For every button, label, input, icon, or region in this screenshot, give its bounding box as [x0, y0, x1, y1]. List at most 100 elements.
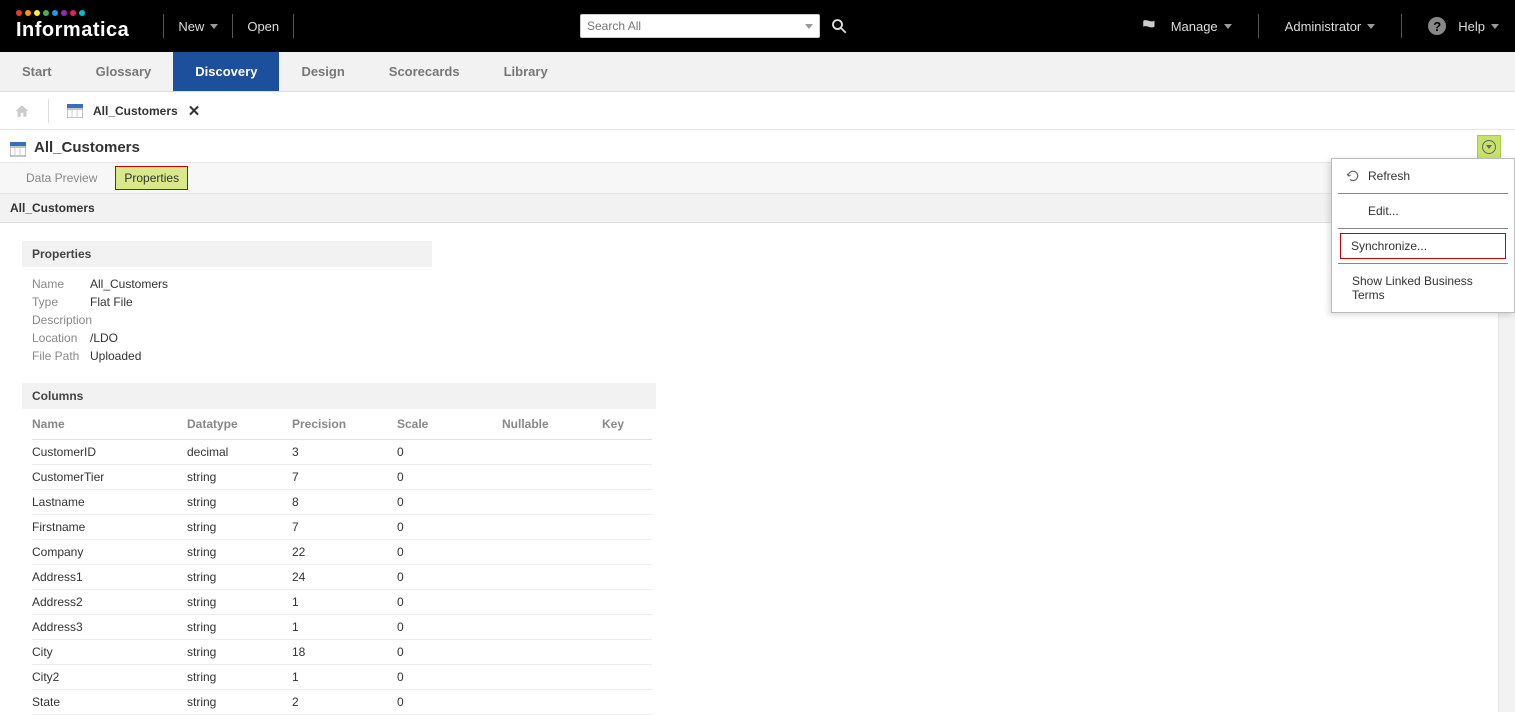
cell: 7 — [292, 515, 397, 540]
synchronize-menu-item[interactable]: Synchronize... — [1340, 233, 1506, 259]
page-title: All_Customers — [34, 139, 140, 156]
flag-icon[interactable] — [1141, 18, 1159, 34]
open-label: Open — [247, 19, 279, 34]
divider — [293, 14, 294, 38]
table-row[interactable]: CustomerIDdecimal30 — [32, 440, 652, 465]
nav-tab-start[interactable]: Start — [0, 52, 74, 91]
show-linked-menu-item[interactable]: Show Linked Business Terms — [1332, 264, 1514, 312]
logo: Informatica — [16, 10, 129, 42]
nav-tab-design[interactable]: Design — [279, 52, 366, 91]
search-input[interactable] — [587, 19, 805, 33]
help-icon[interactable]: ? — [1428, 17, 1446, 35]
help-label: Help — [1458, 19, 1485, 34]
top-bar: Informatica New Open Manage Administrato… — [0, 0, 1515, 52]
search-scope-caret-icon[interactable] — [805, 24, 813, 29]
breadcrumb-title[interactable]: All_Customers — [93, 104, 178, 118]
table-row[interactable]: Citystring180 — [32, 640, 652, 665]
divider — [1338, 228, 1508, 229]
search-box[interactable] — [580, 14, 820, 38]
content: Properties NameAll_CustomersTypeFlat Fil… — [0, 223, 1515, 715]
cell — [502, 615, 602, 640]
nav-tab-glossary[interactable]: Glossary — [74, 52, 174, 91]
edit-label: Edit... — [1368, 204, 1399, 218]
manage-label: Manage — [1171, 19, 1218, 34]
main-nav: StartGlossaryDiscoveryDesignScorecardsLi… — [0, 52, 1515, 92]
table-row[interactable]: City2string10 — [32, 665, 652, 690]
cell — [502, 440, 602, 465]
cell — [502, 490, 602, 515]
table-icon — [67, 104, 83, 118]
column-header-nullable[interactable]: Nullable — [502, 409, 602, 440]
table-row[interactable]: Address2string10 — [32, 590, 652, 615]
divider — [1258, 14, 1259, 38]
divider — [232, 14, 233, 38]
synchronize-label: Synchronize... — [1351, 239, 1427, 253]
caret-down-icon — [1367, 24, 1375, 29]
nav-tab-scorecards[interactable]: Scorecards — [367, 52, 482, 91]
property-value: All_Customers — [90, 277, 168, 291]
open-button[interactable]: Open — [247, 19, 279, 34]
edit-menu-item[interactable]: Edit... — [1332, 194, 1514, 228]
cell: 1 — [292, 665, 397, 690]
cell — [502, 640, 602, 665]
home-icon[interactable] — [14, 104, 30, 118]
cell: string — [187, 565, 292, 590]
section-heading: All_Customers — [0, 194, 1515, 223]
cell: string — [187, 465, 292, 490]
cell — [602, 690, 652, 715]
user-menu[interactable]: Administrator — [1285, 19, 1376, 34]
subtab-properties[interactable]: Properties — [115, 166, 188, 190]
property-value: Flat File — [90, 295, 133, 309]
columns-table: NameDatatypePrecisionScaleNullableKey Cu… — [32, 409, 652, 715]
nav-tab-discovery[interactable]: Discovery — [173, 52, 279, 91]
property-key: Type — [32, 295, 90, 309]
cell — [502, 590, 602, 615]
cell: 2 — [292, 690, 397, 715]
close-tab-icon[interactable]: ✕ — [188, 102, 201, 120]
table-row[interactable]: Lastnamestring80 — [32, 490, 652, 515]
cell: 1 — [292, 590, 397, 615]
nav-tab-library[interactable]: Library — [482, 52, 570, 91]
refresh-menu-item[interactable]: Refresh — [1332, 159, 1514, 193]
new-menu[interactable]: New — [178, 19, 218, 34]
cell: State — [32, 690, 187, 715]
cell: Company — [32, 540, 187, 565]
table-row[interactable]: Address3string10 — [32, 615, 652, 640]
table-row[interactable]: Statestring20 — [32, 690, 652, 715]
actions-dropdown: Refresh Edit... Synchronize... Show Link… — [1331, 158, 1515, 313]
cell: 0 — [397, 640, 502, 665]
divider — [163, 14, 164, 38]
cell — [602, 440, 652, 465]
table-row[interactable]: Firstnamestring70 — [32, 515, 652, 540]
column-header-precision[interactable]: Precision — [292, 409, 397, 440]
table-row[interactable]: CustomerTierstring70 — [32, 465, 652, 490]
divider — [1401, 14, 1402, 38]
column-header-name[interactable]: Name — [32, 409, 187, 440]
table-row[interactable]: Address1string240 — [32, 565, 652, 590]
cell: 22 — [292, 540, 397, 565]
cell — [502, 465, 602, 490]
cell — [502, 540, 602, 565]
cell: decimal — [187, 440, 292, 465]
search-icon[interactable] — [830, 17, 848, 35]
cell: string — [187, 515, 292, 540]
property-row: File PathUploaded — [32, 347, 1515, 365]
cell: Address1 — [32, 565, 187, 590]
cell — [602, 515, 652, 540]
column-header-key[interactable]: Key — [602, 409, 652, 440]
manage-menu[interactable]: Manage — [1171, 19, 1232, 34]
cell: Firstname — [32, 515, 187, 540]
cell: string — [187, 490, 292, 515]
table-row[interactable]: Companystring220 — [32, 540, 652, 565]
caret-down-icon — [1224, 24, 1232, 29]
column-header-scale[interactable]: Scale — [397, 409, 502, 440]
refresh-icon — [1346, 169, 1360, 183]
subtab-data-preview[interactable]: Data Preview — [18, 167, 105, 189]
linked-label: Show Linked Business Terms — [1352, 274, 1500, 302]
actions-menu-button[interactable] — [1477, 135, 1501, 159]
cell — [602, 665, 652, 690]
top-right: Manage Administrator ? Help — [1141, 14, 1499, 38]
column-header-datatype[interactable]: Datatype — [187, 409, 292, 440]
help-menu[interactable]: Help — [1458, 19, 1499, 34]
cell: 0 — [397, 490, 502, 515]
